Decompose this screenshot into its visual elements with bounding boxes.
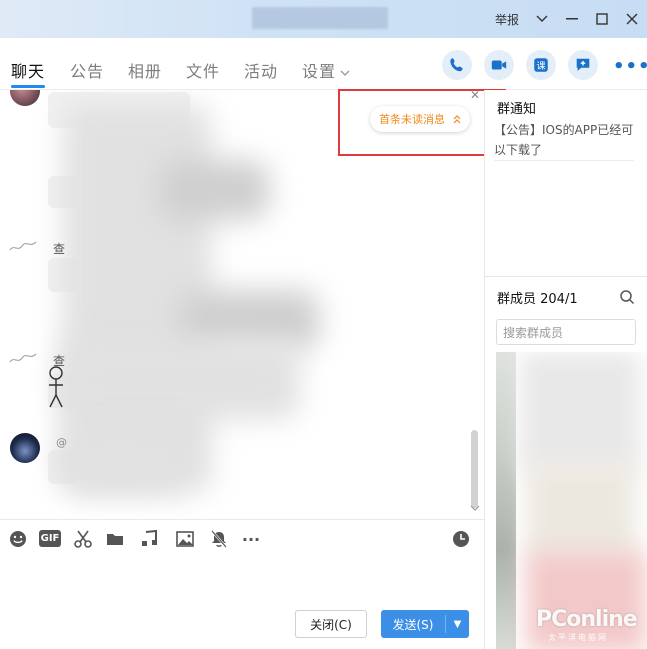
group-notice-title: 群通知 xyxy=(497,102,537,117)
clock-icon xyxy=(453,531,469,547)
unread-label: 首条未读消息 xyxy=(379,113,445,126)
double-chevron-up-icon xyxy=(453,114,461,123)
bell-mute-icon xyxy=(211,530,227,548)
active-tab-indicator xyxy=(11,85,45,88)
tab-chat[interactable]: 聊天 xyxy=(11,58,45,82)
composer-toolbar: GIF ··· xyxy=(0,519,484,557)
sticker-avatar xyxy=(9,353,37,363)
member-avatars-redacted xyxy=(496,352,516,649)
svg-text:课: 课 xyxy=(536,61,545,72)
tab-bar: 聊天 公告 相册 文件 活动 设置 课 ••• xyxy=(0,38,647,90)
gif-button[interactable]: GIF xyxy=(39,530,61,547)
watermark-logo: PConline xyxy=(536,607,638,632)
divider xyxy=(494,160,634,161)
more-tools-icon[interactable]: ··· xyxy=(240,528,262,550)
image-button[interactable] xyxy=(174,528,196,550)
send-button[interactable]: 发送(S) ▼ xyxy=(381,610,469,638)
class-icon: 课 xyxy=(534,58,548,72)
watermark-subtitle: 太平洋电脑网 xyxy=(548,633,608,642)
class-button[interactable]: 课 xyxy=(526,50,556,80)
member-search-input[interactable]: 搜索群成员 xyxy=(496,319,636,345)
tab-announcements[interactable]: 公告 xyxy=(70,58,104,82)
dismiss-icon[interactable]: ✕ xyxy=(470,88,480,102)
scroll-down-icon[interactable] xyxy=(470,505,480,513)
first-unread-message-button[interactable]: 首条未读消息 xyxy=(370,106,470,132)
close-icon[interactable] xyxy=(617,0,647,38)
redacted-content xyxy=(526,462,636,562)
music-button[interactable] xyxy=(138,528,160,550)
qq-group-chat-window: 举报 聊天 公告 相册 文件 活动 设置 课 ••• 查 查 @ 首条未读消息 … xyxy=(0,0,647,649)
emoji-button[interactable] xyxy=(7,528,29,550)
maximize-icon[interactable] xyxy=(587,0,617,38)
voice-call-button[interactable] xyxy=(442,50,472,80)
history-button[interactable] xyxy=(450,528,472,550)
title-bar: 举报 xyxy=(0,0,647,38)
more-options-icon[interactable]: ••• xyxy=(613,56,647,77)
report-button[interactable]: 举报 xyxy=(495,11,519,28)
add-chat-icon xyxy=(576,58,590,71)
search-icon[interactable] xyxy=(619,289,635,305)
redacted-content xyxy=(60,430,180,490)
divider xyxy=(484,276,647,277)
menu-chevron-icon[interactable] xyxy=(527,0,557,38)
image-icon xyxy=(176,531,194,547)
avatar[interactable] xyxy=(10,433,40,463)
add-app-button[interactable] xyxy=(568,50,598,80)
tab-files[interactable]: 文件 xyxy=(186,58,220,82)
music-icon xyxy=(142,529,157,546)
sender-name: 查 xyxy=(53,242,66,256)
send-options-chevron-icon[interactable]: ▼ xyxy=(446,619,469,630)
member-list[interactable] xyxy=(496,352,647,649)
member-search-placeholder: 搜索群成员 xyxy=(503,325,564,340)
sticker-avatar xyxy=(9,241,37,251)
notification-mute-button[interactable] xyxy=(208,528,230,550)
close-button[interactable]: 关闭(C) xyxy=(295,610,367,638)
file-button[interactable] xyxy=(104,528,126,550)
scissors-icon xyxy=(74,530,92,548)
send-label: 发送(S) xyxy=(392,617,434,632)
video-call-button[interactable] xyxy=(484,50,514,80)
settings-chevron-icon[interactable] xyxy=(340,62,350,81)
window-controls: 举报 xyxy=(495,0,647,38)
tab-album[interactable]: 相册 xyxy=(128,58,162,82)
group-members-title: 群成员 204/1 xyxy=(497,292,578,307)
redacted-content xyxy=(160,160,270,220)
video-camera-icon xyxy=(491,60,507,70)
chat-scrollbar[interactable] xyxy=(471,430,478,508)
stickman-sticker xyxy=(49,366,63,408)
tab-settings[interactable]: 设置 xyxy=(302,58,336,82)
window-title-redacted xyxy=(252,7,388,29)
emoji-icon xyxy=(10,531,26,547)
avatar[interactable] xyxy=(10,90,40,106)
group-notice-body[interactable]: 【公告】IOS的APP已经可以下载了 xyxy=(494,120,634,160)
redacted-content xyxy=(60,340,300,420)
phone-icon xyxy=(450,58,463,72)
folder-icon xyxy=(107,534,123,545)
at-symbol: @ xyxy=(56,436,67,449)
redacted-content xyxy=(520,352,640,472)
screenshot-button[interactable] xyxy=(72,528,94,550)
minimize-icon[interactable] xyxy=(557,0,587,38)
tab-activities[interactable]: 活动 xyxy=(244,58,278,82)
